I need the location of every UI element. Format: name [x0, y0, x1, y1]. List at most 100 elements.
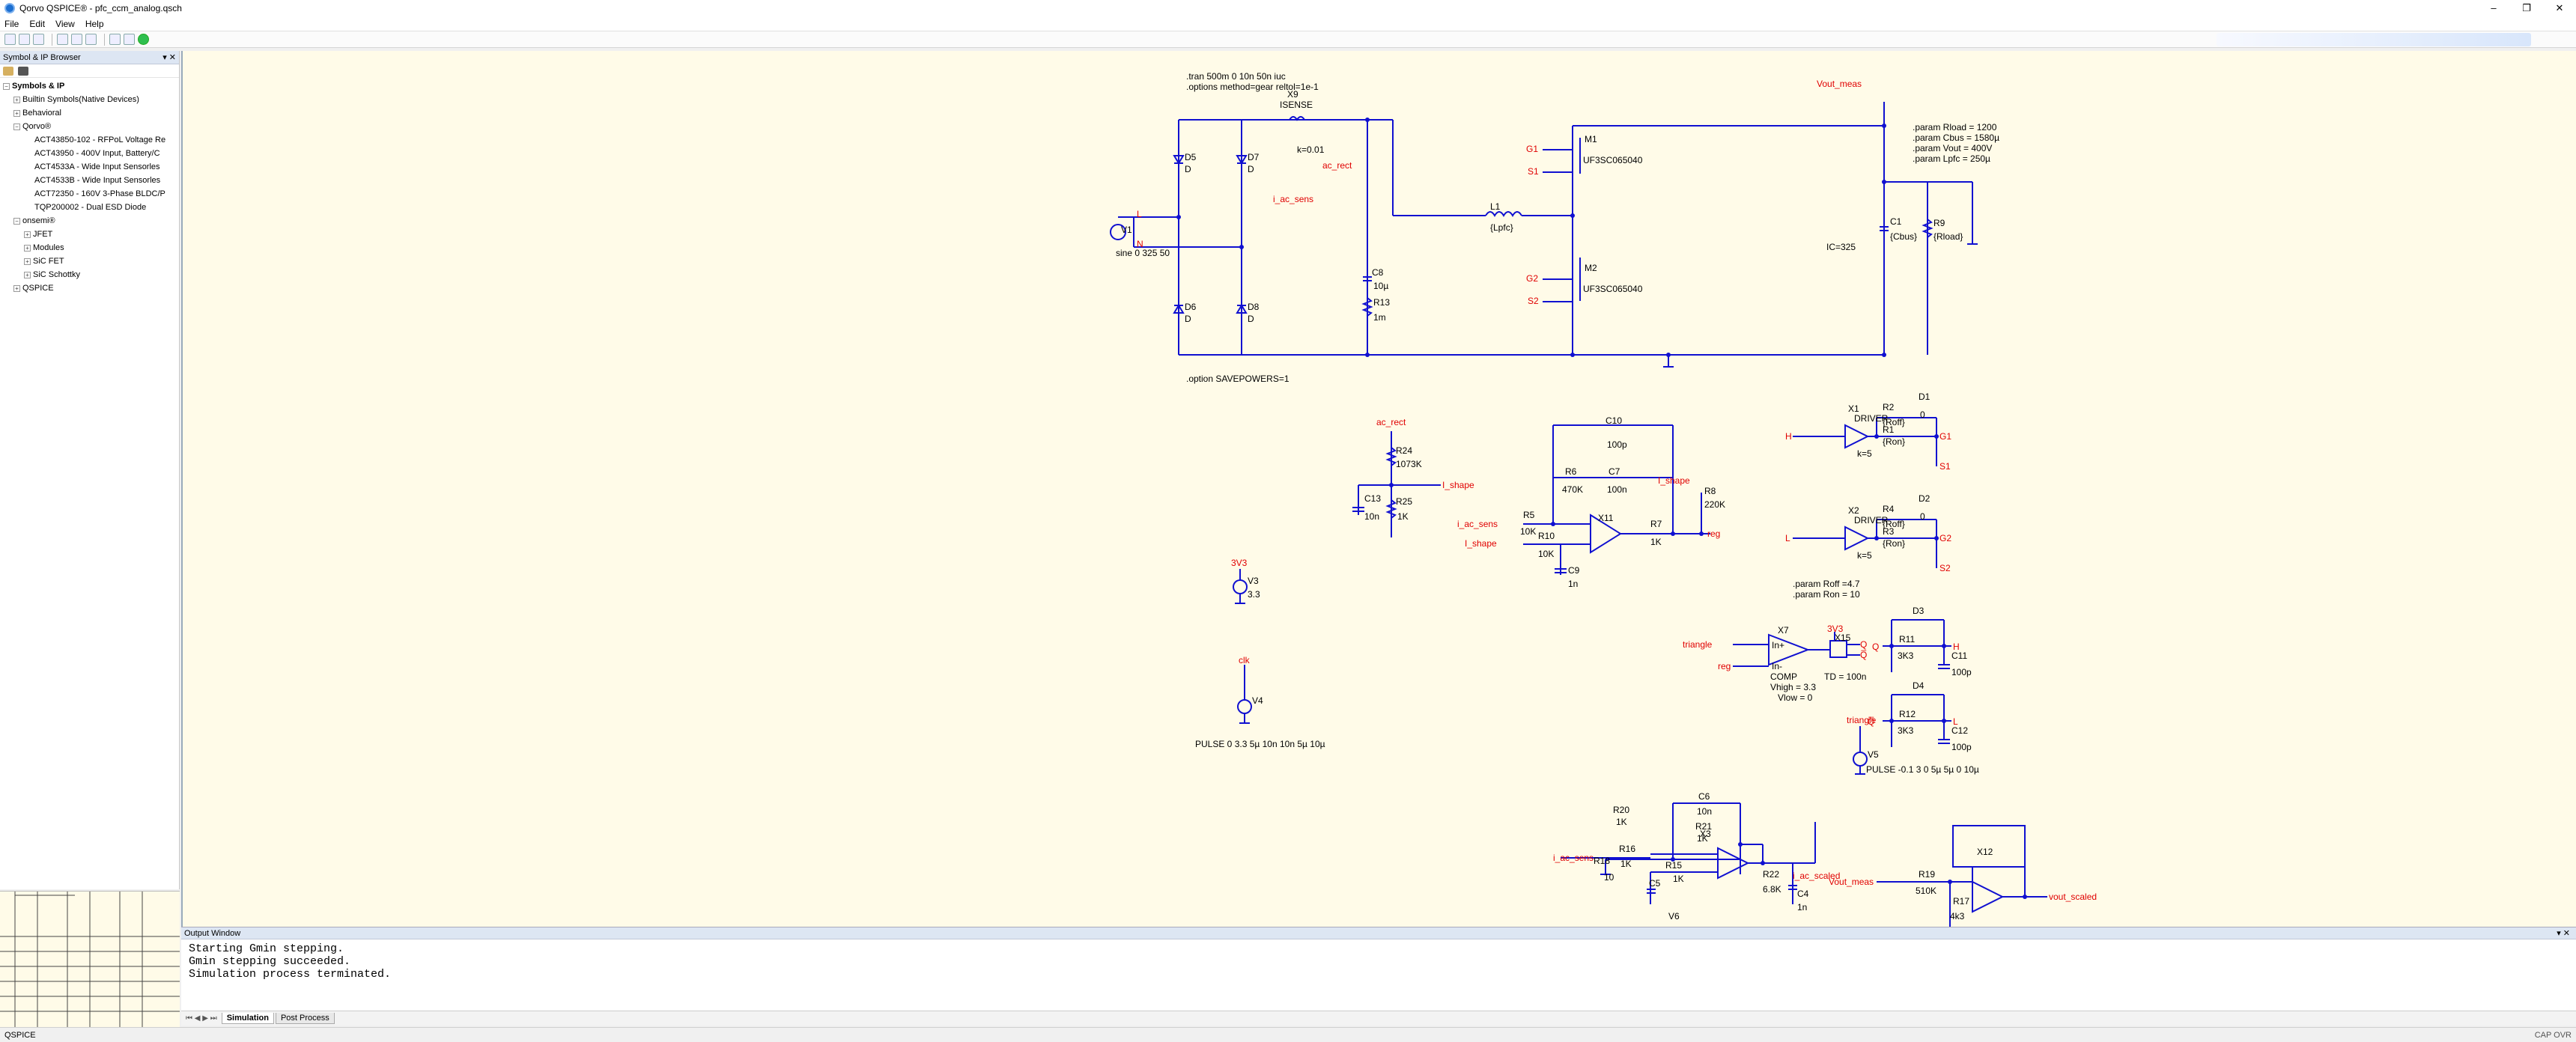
label-c6[interactable]: C6 [1698, 791, 1710, 802]
options-directive[interactable]: .options method=gear reltol=1e-1 [1186, 82, 1319, 92]
label-m2[interactable]: M2 [1585, 263, 1597, 273]
net-q[interactable]: Q [1860, 639, 1867, 650]
paste-icon[interactable] [85, 34, 97, 45]
label-d3[interactable]: D3 [1913, 606, 1925, 616]
tab-simulation[interactable]: Simulation [221, 1013, 274, 1024]
label-r17[interactable]: R17 [1953, 896, 1969, 907]
net-g1-out[interactable]: G1 [1939, 431, 1951, 442]
net-qn[interactable]: Q̅ [1860, 650, 1867, 660]
label-r4[interactable]: R4 [1883, 504, 1895, 514]
menu-edit[interactable]: Edit [29, 19, 45, 29]
label-r15[interactable]: R15 [1665, 860, 1682, 871]
label-r20[interactable]: R20 [1613, 805, 1629, 815]
collapse-icon[interactable]: − [3, 82, 10, 90]
net-s2-out[interactable]: S2 [1939, 563, 1951, 573]
maximize-button[interactable]: ❐ [2510, 0, 2543, 16]
find-icon[interactable] [109, 34, 121, 45]
net-s2[interactable]: S2 [1528, 296, 1539, 306]
label-r25[interactable]: R25 [1396, 496, 1412, 507]
label-c12[interactable]: C12 [1951, 725, 1968, 736]
expand-icon[interactable]: + [13, 109, 20, 117]
param-lpfc[interactable]: .param Lpfc = 250µ [1913, 153, 1990, 164]
net-i-shape[interactable]: I_shape [1442, 480, 1474, 490]
label-x3[interactable]: X3 [1700, 829, 1711, 839]
browser-close-icon[interactable]: ✕ [169, 53, 176, 62]
param-ron[interactable]: .param Ron = 10 [1793, 589, 1860, 600]
label-x15[interactable]: X15 [1835, 633, 1851, 643]
label-c4[interactable]: C4 [1797, 889, 1809, 899]
net-q-2[interactable]: Q [1872, 642, 1879, 652]
label-x7[interactable]: X7 [1778, 625, 1789, 636]
net-l[interactable]: L [1137, 209, 1142, 219]
net-reg-2[interactable]: reg [1718, 661, 1731, 671]
label-d2[interactable]: D2 [1919, 493, 1931, 504]
menu-help[interactable]: Help [85, 19, 104, 29]
tree-node[interactable]: + Builtin Symbols(Native Devices) [0, 93, 179, 106]
label-l1[interactable]: L1 [1490, 201, 1501, 212]
tran-directive[interactable]: .tran 500m 0 10n 50n iuc [1186, 71, 1286, 82]
net-vout-meas-2[interactable]: Vout_meas [1829, 877, 1874, 887]
net-reg[interactable]: reg [1707, 528, 1720, 539]
net-i-shape-2[interactable]: I_shape [1465, 538, 1497, 549]
output-controls[interactable]: ▾ ✕ [2557, 927, 2570, 939]
net-i-shape-3[interactable]: I_shape [1658, 475, 1690, 486]
label-d5[interactable]: D5 [1185, 152, 1197, 162]
tree-node[interactable]: + JFET [0, 228, 179, 241]
label-r18[interactable]: R18 [1594, 856, 1610, 866]
tree-node[interactable]: + Behavioral [0, 106, 179, 120]
tree-node[interactable]: ACT4533B - Wide Input Sensorles [0, 174, 179, 187]
label-v5[interactable]: V5 [1868, 749, 1879, 760]
tree-node[interactable]: − onsemi® [0, 214, 179, 228]
run-simulation-icon[interactable] [138, 34, 149, 45]
label-x11[interactable]: X11 [1598, 513, 1614, 523]
tree-node[interactable]: − Symbols & IP [0, 79, 179, 93]
param-roff[interactable]: .param Roff =4.7 [1793, 579, 1860, 589]
net-triangle[interactable]: triangle [1683, 639, 1713, 650]
label-r3[interactable]: R3 [1883, 526, 1895, 537]
open-file-icon[interactable] [19, 34, 30, 45]
net-vout-scaled[interactable]: vout_scaled [2049, 892, 2097, 902]
expand-icon[interactable]: + [24, 231, 31, 238]
tree-node[interactable]: TQP200002 - Dual ESD Diode [0, 201, 179, 214]
tree-node[interactable]: ACT43850-102 - RFPoL Voltage Re [0, 133, 179, 147]
label-r19[interactable]: R19 [1919, 869, 1935, 880]
label-r16[interactable]: R16 [1619, 844, 1635, 854]
net-clk[interactable]: clk [1239, 655, 1251, 665]
net-ac-rect-2[interactable]: ac_rect [1376, 417, 1406, 427]
label-c8[interactable]: C8 [1372, 267, 1384, 278]
label-r11[interactable]: R11 [1899, 634, 1915, 645]
param-vout[interactable]: .param Vout = 400V [1913, 143, 1992, 153]
param-rload[interactable]: .param Rload = 1200 [1913, 122, 1997, 132]
label-r2[interactable]: R2 [1883, 402, 1895, 412]
param-cbus[interactable]: .param Cbus = 1580µ [1913, 132, 1999, 143]
tab-post-process[interactable]: Post Process [275, 1013, 335, 1024]
menu-view[interactable]: View [55, 19, 75, 29]
browser-pin-icon[interactable]: ▾ [162, 53, 167, 62]
net-s1[interactable]: S1 [1528, 166, 1539, 177]
expand-icon[interactable]: + [13, 284, 20, 292]
label-r24[interactable]: R24 [1396, 445, 1412, 456]
tree-node[interactable]: + SiC Schottky [0, 268, 179, 281]
label-c13[interactable]: C13 [1364, 493, 1381, 504]
net-h-in[interactable]: H [1785, 431, 1792, 442]
net-g2-out[interactable]: G2 [1939, 533, 1951, 543]
net-i-ac-sens-2[interactable]: i_ac_sens [1457, 519, 1498, 529]
tab-nav-arrows[interactable]: ⏮ ◀ ▶ ⏭ [186, 1014, 217, 1023]
label-r22[interactable]: R22 [1763, 869, 1779, 880]
label-v1[interactable]: V1 [1121, 225, 1132, 235]
copy-icon[interactable] [71, 34, 82, 45]
label-d1[interactable]: D1 [1919, 391, 1931, 402]
label-v4[interactable]: V4 [1252, 695, 1263, 706]
collapse-icon[interactable]: − [13, 123, 20, 130]
schematic-canvas[interactable]: .tran 500m 0 10n 50n iuc .options method… [181, 51, 2576, 927]
label-c7[interactable]: C7 [1609, 466, 1620, 477]
label-r7[interactable]: R7 [1650, 519, 1662, 529]
label-r6[interactable]: R6 [1565, 466, 1577, 477]
net-s1-out[interactable]: S1 [1939, 461, 1951, 472]
savepowers-directive[interactable]: .option SAVEPOWERS=1 [1186, 374, 1289, 384]
expand-icon[interactable]: + [24, 271, 31, 278]
label-c11[interactable]: C11 [1951, 651, 1967, 661]
net-g1[interactable]: G1 [1526, 144, 1538, 154]
net-g2[interactable]: G2 [1526, 273, 1538, 284]
label-x9[interactable]: X9 [1287, 89, 1298, 100]
